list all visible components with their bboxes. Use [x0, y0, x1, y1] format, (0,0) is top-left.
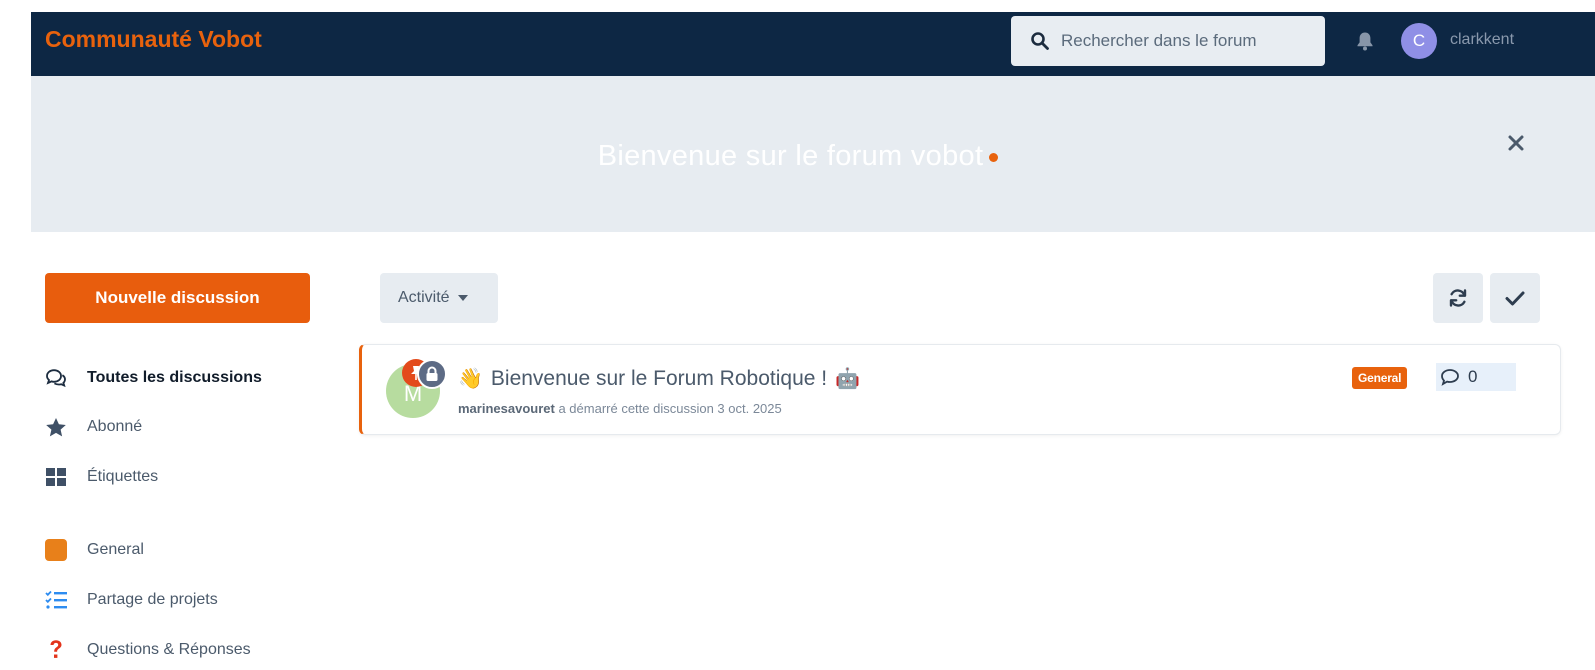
sidebar-item-all-discussions[interactable]: Toutes les discussions	[45, 365, 262, 391]
discussion-meta: marinesavouret a démarré cette discussio…	[458, 401, 782, 416]
tags-grid-icon	[45, 466, 67, 488]
reply-count: 0	[1436, 363, 1516, 391]
brand-title[interactable]: Communauté Vobot	[45, 26, 262, 53]
sidebar-item-label: Partage de projets	[87, 591, 218, 608]
tag-badge-general[interactable]: General	[1352, 367, 1408, 389]
sidebar-item-general[interactable]: General	[45, 537, 144, 563]
check-icon	[1505, 291, 1525, 306]
lock-icon	[426, 366, 438, 381]
sidebar-item-label: Toutes les discussions	[87, 369, 262, 386]
waving-hand-emoji: 👋	[458, 368, 483, 390]
discussion-title-text: Bienvenue sur le Forum Robotique !	[490, 366, 828, 390]
sort-dropdown[interactable]: Activité	[380, 273, 498, 323]
top-header: Communauté Vobot C clarkkent	[31, 12, 1595, 76]
new-discussion-button[interactable]: Nouvelle discussion	[45, 273, 310, 323]
hero-title: Bienvenue sur le forum vobot	[31, 140, 1565, 173]
user-avatar[interactable]: C	[1401, 23, 1437, 59]
sidebar-item-label: Étiquettes	[87, 468, 159, 485]
hero-dot-icon	[989, 152, 999, 162]
search-box[interactable]	[1011, 16, 1325, 66]
welcome-hero: Bienvenue sur le forum vobot	[31, 76, 1595, 232]
bell-icon[interactable]	[1356, 31, 1374, 51]
discussion-author[interactable]: marinesavouret	[458, 401, 555, 416]
mark-all-read-button[interactable]	[1490, 273, 1540, 323]
star-icon	[45, 416, 67, 438]
reply-count-value: 0	[1468, 367, 1478, 386]
sidebar-item-label: General	[87, 541, 144, 558]
sidebar-item-project-sharing[interactable]: Partage de projets	[45, 587, 218, 613]
discussion-title[interactable]: 👋 Bienvenue sur le Forum Robotique ! 🤖	[458, 366, 860, 391]
locked-badge	[417, 359, 447, 389]
comments-icon	[45, 367, 67, 389]
refresh-icon	[1449, 289, 1467, 307]
question-icon	[45, 639, 67, 661]
discussion-meta-text: a démarré cette discussion 3 oct. 2025	[558, 401, 782, 416]
sidebar-item-tags[interactable]: Étiquettes	[45, 464, 158, 490]
refresh-button[interactable]	[1433, 273, 1483, 323]
sidebar-item-qa[interactable]: Questions & Réponses	[45, 637, 251, 663]
search-icon	[1031, 32, 1049, 50]
comment-icon	[1441, 369, 1459, 386]
sidebar-item-following[interactable]: Abonné	[45, 414, 142, 440]
sidebar-item-label: Abonné	[87, 418, 143, 435]
sort-dropdown-label: Activité	[398, 289, 450, 306]
close-icon[interactable]	[1507, 134, 1525, 152]
robot-emoji: 🤖	[835, 368, 860, 390]
discussion-list-item[interactable]: M 👋 Bienvenue sur le Forum Robotique ! 🤖…	[359, 344, 1561, 435]
sidebar-item-label: Questions & Réponses	[87, 641, 251, 658]
caret-down-icon	[457, 295, 468, 301]
list-check-icon	[45, 589, 67, 611]
search-input[interactable]	[1059, 30, 1303, 52]
tag-square-icon	[45, 539, 67, 561]
username[interactable]: clarkkent	[1450, 31, 1514, 49]
